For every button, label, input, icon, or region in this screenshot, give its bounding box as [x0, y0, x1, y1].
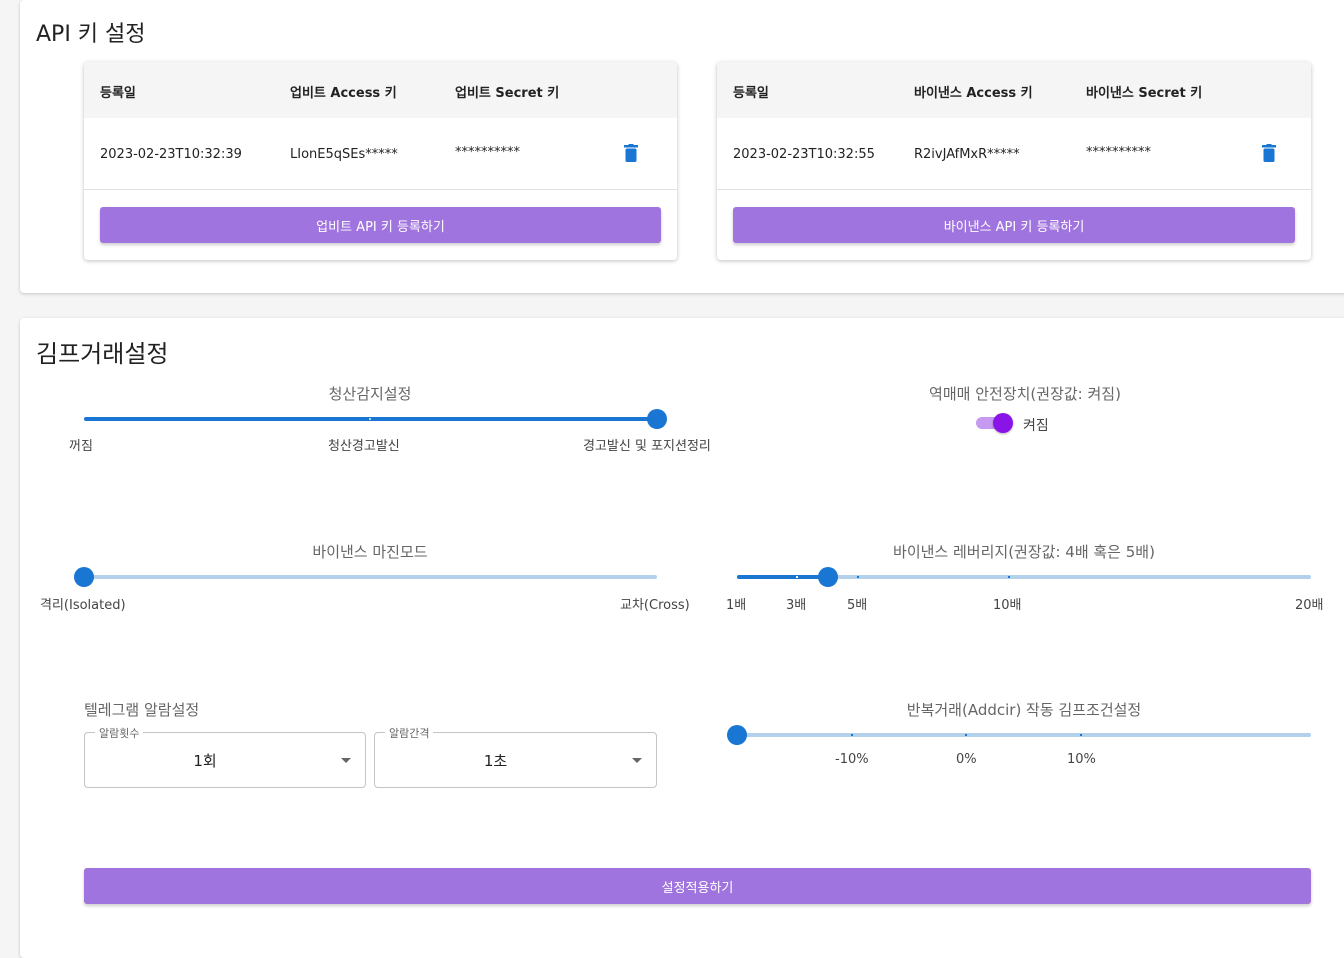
reverse-safety-toggle-label: 켜짐 — [1023, 418, 1049, 434]
alarm-count-value: 1회 — [193, 752, 217, 770]
liquidation-mark-close: 경고발신 및 포지션정리 — [583, 439, 711, 454]
alarm-count-legend: 알람횟수 — [95, 725, 144, 741]
margin-mode-slider-thumb[interactable] — [74, 567, 94, 587]
api-key-panel: API 키 설정 등록일 업비트 Access 키 업비트 Secret 키 2… — [20, 0, 1344, 293]
addcir-mark-minus10: -10% — [835, 752, 869, 767]
toggle-thumb — [993, 413, 1013, 433]
leverage-slider-fill — [737, 575, 828, 579]
api-section-title: API 키 설정 — [36, 22, 146, 47]
margin-mode-isolated: 격리(Isolated) — [40, 598, 126, 613]
addcir-slider-track[interactable] — [737, 733, 1311, 737]
leverage-mark-5x: 5배 — [847, 598, 868, 613]
binance-access-key: R2ivJAfMxR***** — [914, 147, 1020, 162]
liquidation-label: 청산감지설정 — [328, 385, 412, 403]
table-row: 2023-02-23T10:32:39 LIonE5qSEs***** ****… — [84, 118, 677, 190]
alarm-interval-value: 1초 — [483, 752, 508, 770]
addcir-mark-10: 10% — [1067, 752, 1096, 767]
leverage-mark-1x: 1배 — [726, 598, 747, 613]
upbit-access-key: LIonE5qSEs***** — [290, 147, 398, 162]
reverse-safety-label: 역매매 안전장치(권장값: 켜짐) — [929, 385, 1121, 403]
binance-key-card: 등록일 바이낸스 Access 키 바이낸스 Secret 키 2023-02-… — [717, 62, 1311, 260]
kimp-settings-panel: 김프거래설정 청산감지설정 꺼짐 청산경고발신 경고발신 및 포지션정리 역매매… — [20, 318, 1344, 958]
binance-register-button[interactable]: 바이낸스 API 키 등록하기 — [733, 207, 1295, 243]
header-access-key: 업비트 Access 키 — [290, 86, 397, 101]
telegram-label: 텔레그램 알람설정 — [84, 701, 200, 719]
leverage-slider-thumb[interactable] — [818, 567, 838, 587]
liquidation-tick — [369, 418, 371, 420]
leverage-mark-20x: 20배 — [1295, 598, 1324, 613]
binance-date: 2023-02-23T10:32:55 — [733, 147, 875, 162]
upbit-table-header: 등록일 업비트 Access 키 업비트 Secret 키 — [84, 62, 677, 118]
leverage-tick — [857, 576, 859, 578]
addcir-slider-thumb[interactable] — [727, 725, 747, 745]
margin-mode-label: 바이낸스 마진모드 — [312, 543, 428, 561]
kimp-section-title: 김프거래설정 — [36, 340, 169, 368]
liquidation-slider-thumb[interactable] — [647, 409, 667, 429]
addcir-tick — [965, 734, 967, 736]
alarm-interval-select[interactable]: 알람간격 1초 — [374, 725, 657, 788]
addcir-tick — [851, 734, 853, 736]
leverage-mark-3x: 3배 — [786, 598, 807, 613]
liquidation-mark-warn: 청산경고발신 — [328, 439, 400, 454]
leverage-tick — [796, 576, 798, 578]
alarm-count-select[interactable]: 알람횟수 1회 — [84, 725, 366, 788]
upbit-date: 2023-02-23T10:32:39 — [100, 147, 242, 162]
header-date: 등록일 — [100, 86, 136, 101]
apply-settings-button[interactable]: 설정적용하기 — [84, 868, 1311, 904]
binance-table-header: 등록일 바이낸스 Access 키 바이낸스 Secret 키 — [717, 62, 1311, 118]
addcir-mark-0: 0% — [956, 752, 977, 767]
header-secret-key: 업비트 Secret 키 — [455, 86, 560, 101]
leverage-tick — [1008, 576, 1010, 578]
addcir-tick — [1080, 734, 1082, 736]
header-date: 등록일 — [733, 86, 769, 101]
upbit-register-button[interactable]: 업비트 API 키 등록하기 — [100, 207, 661, 243]
chevron-down-icon — [632, 758, 642, 763]
margin-mode-slider-track[interactable] — [84, 575, 657, 579]
binance-secret-key: ********** — [1086, 145, 1151, 160]
header-access-key: 바이낸스 Access 키 — [914, 86, 1033, 101]
header-secret-key: 바이낸스 Secret 키 — [1086, 86, 1203, 101]
chevron-down-icon — [341, 758, 351, 763]
upbit-key-card: 등록일 업비트 Access 키 업비트 Secret 키 2023-02-23… — [84, 62, 677, 260]
trash-icon[interactable] — [1262, 144, 1276, 162]
reverse-safety-toggle[interactable] — [976, 413, 1013, 433]
leverage-label: 바이낸스 레버리지(권장값: 4배 혹은 5배) — [893, 543, 1155, 561]
leverage-mark-10x: 10배 — [993, 598, 1022, 613]
addcir-label: 반복거래(Addcir) 작동 김프조건설정 — [906, 701, 1142, 719]
trash-icon[interactable] — [624, 144, 638, 162]
margin-mode-cross: 교차(Cross) — [620, 598, 690, 613]
alarm-interval-legend: 알람간격 — [385, 725, 434, 741]
table-row: 2023-02-23T10:32:55 R2ivJAfMxR***** ****… — [717, 118, 1311, 190]
upbit-secret-key: ********** — [455, 145, 520, 160]
liquidation-mark-off: 꺼짐 — [69, 439, 93, 454]
